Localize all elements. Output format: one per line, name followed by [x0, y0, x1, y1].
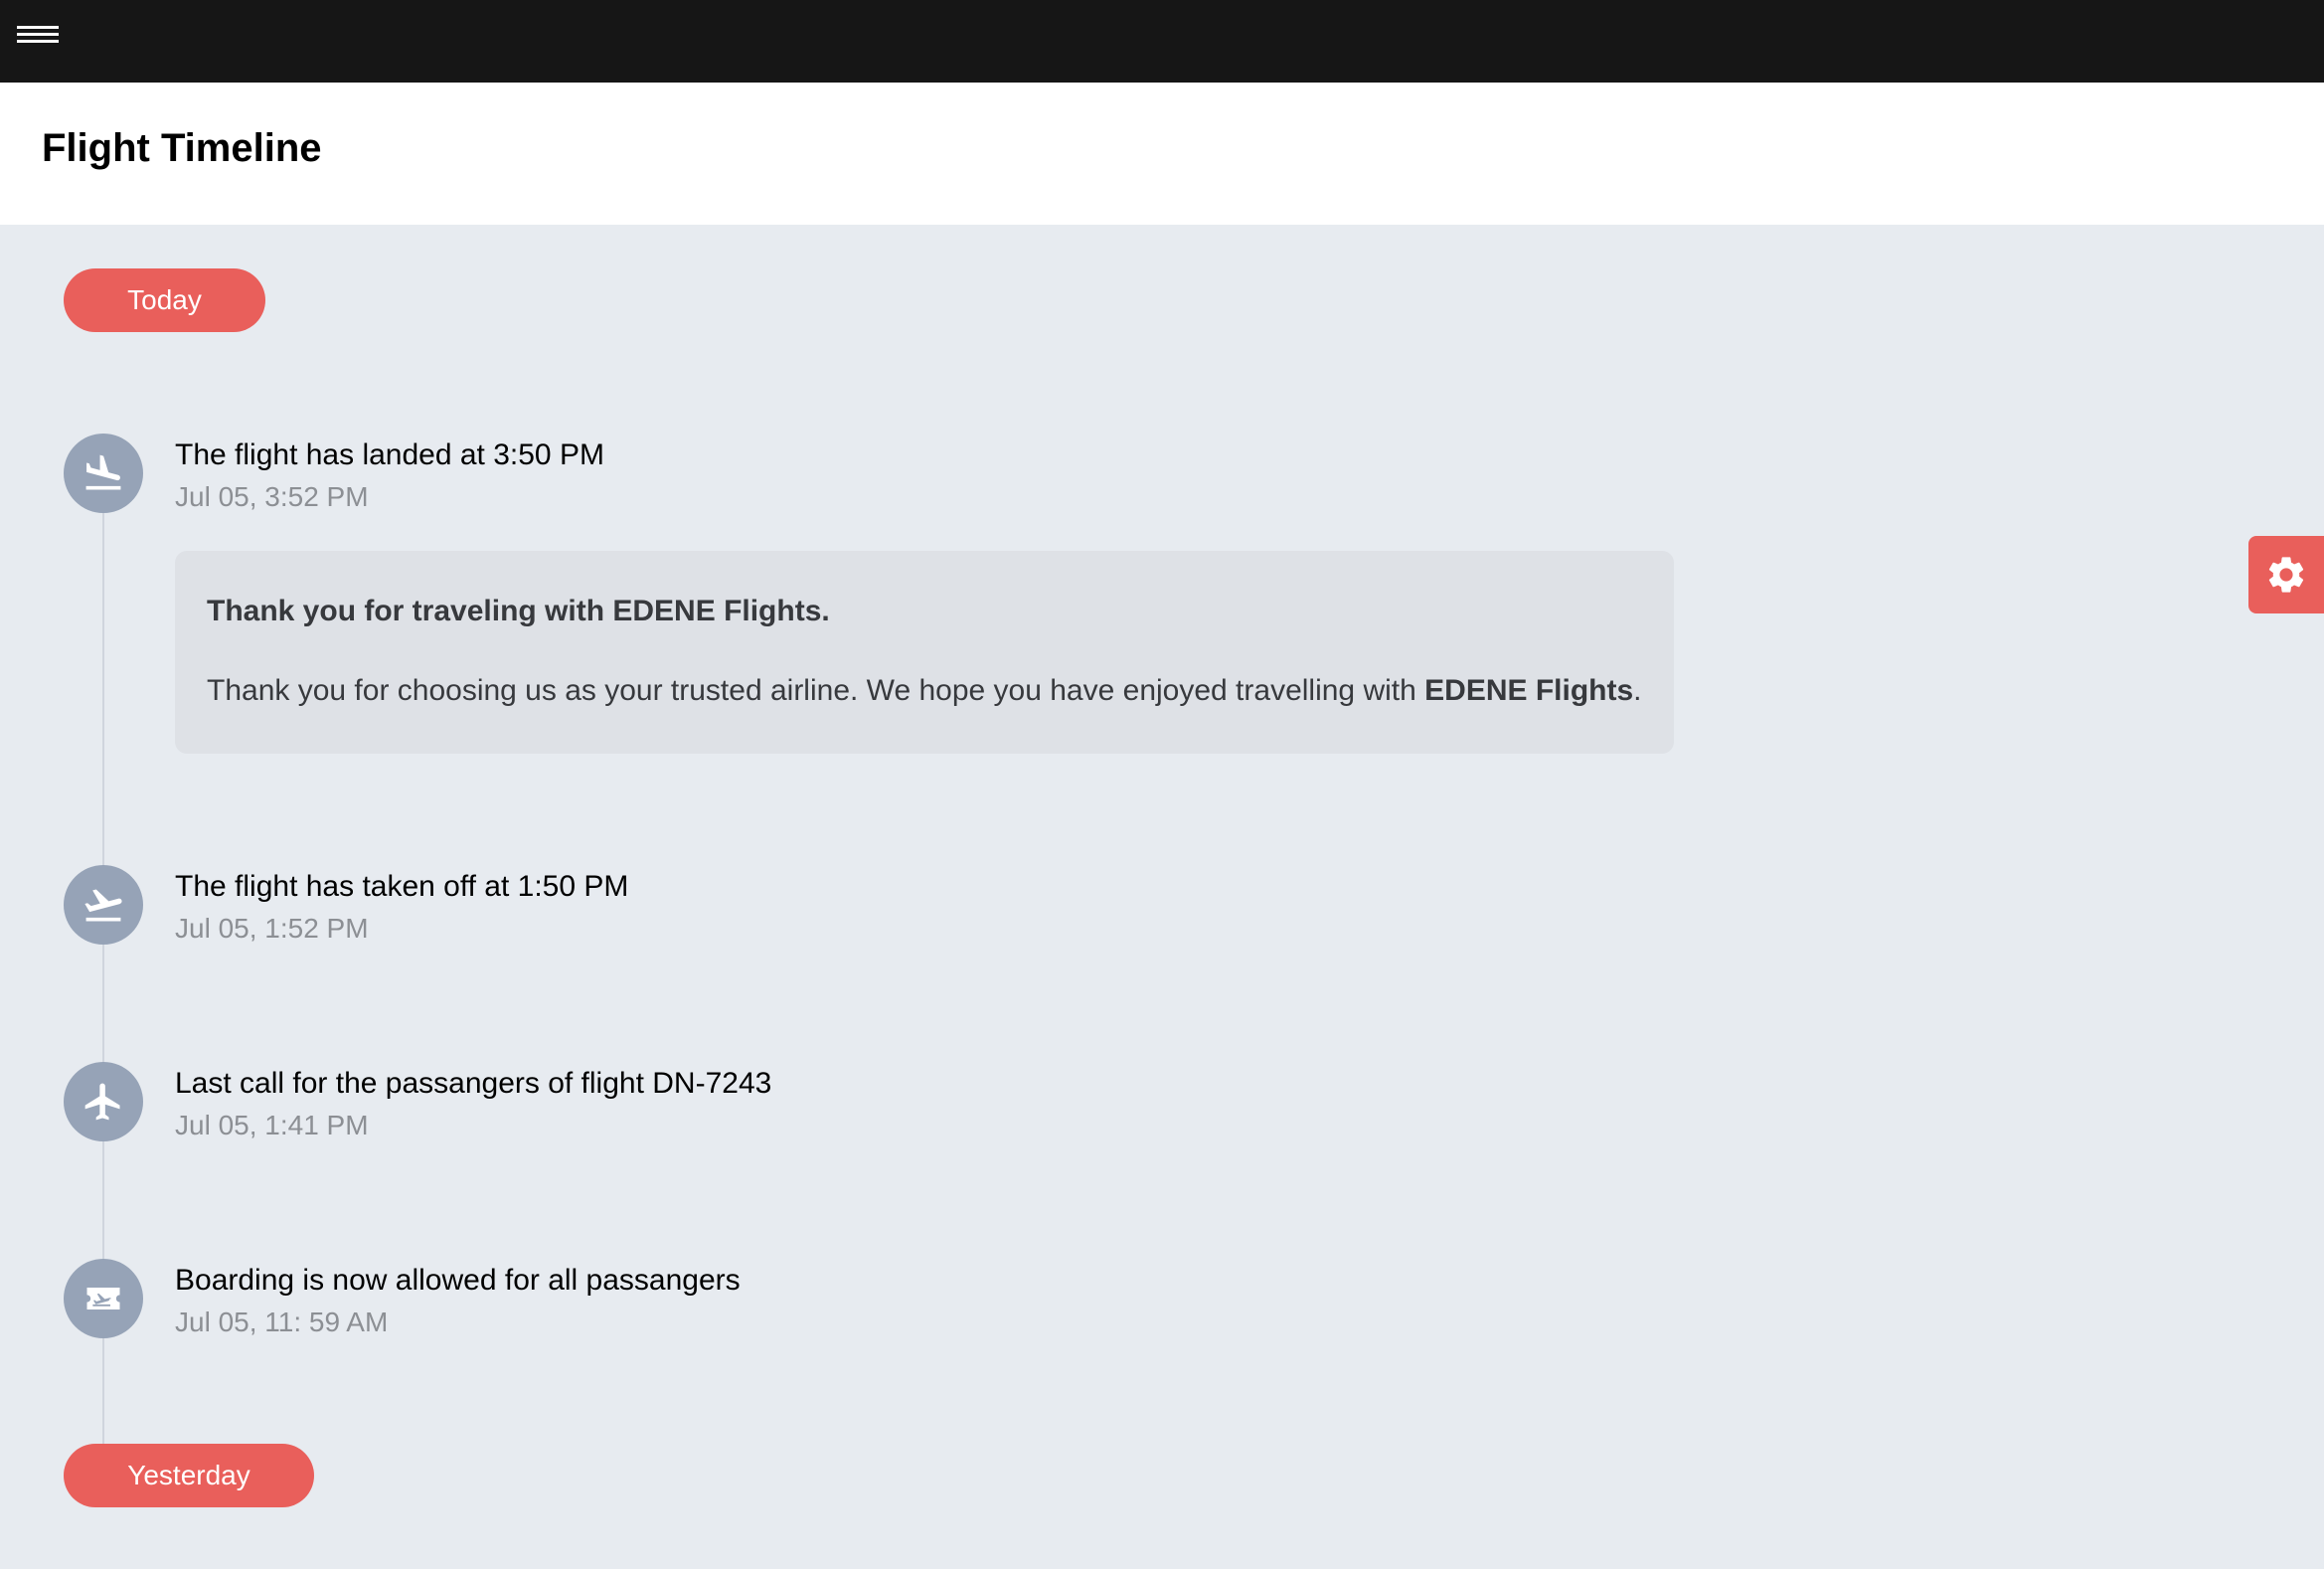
event-title: Boarding is now allowed for all passange… [175, 1264, 741, 1297]
event-timestamp: Jul 05, 3:52 PM [175, 481, 369, 512]
event-timestamp: Jul 05, 1:52 PM [175, 913, 369, 944]
event-title: The flight has taken off at 1:50 PM [175, 870, 629, 903]
gear-icon [2268, 557, 2304, 593]
yesterday-group-label[interactable]: Yesterday [64, 1444, 314, 1507]
event-timestamp: Jul 05, 11: 59 AM [175, 1307, 389, 1337]
plane-landing-icon [64, 434, 143, 513]
boarding-ticket-icon [64, 1259, 143, 1338]
settings-button[interactable] [2248, 536, 2324, 613]
message-body-end: . [1633, 674, 1642, 707]
plane-departure-icon [64, 865, 143, 945]
event-timestamp: Jul 05, 1:41 PM [175, 1110, 369, 1140]
event-title: Last call for the passangers of flight D… [175, 1067, 772, 1100]
message-body-brand: EDENE Flights [1424, 674, 1634, 707]
top-navbar [0, 0, 2324, 83]
today-group-label[interactable]: Today [64, 268, 265, 332]
message-body: Thank you for choosing us as your truste… [207, 674, 1642, 708]
message-card: Thank you for traveling with EDENE Fligh… [175, 551, 1674, 754]
message-heading: Thank you for traveling with EDENE Fligh… [207, 595, 830, 627]
timeline-container: Today The flight has landed at 3:50 PM J… [0, 225, 2324, 1569]
timeline-line [102, 473, 104, 1497]
airplane-icon [64, 1062, 143, 1141]
event-title: The flight has landed at 3:50 PM [175, 438, 604, 471]
page-title: Flight Timeline [42, 126, 322, 170]
message-body-text: Thank you for choosing us as your truste… [207, 674, 1425, 707]
page-header: Flight Timeline [0, 83, 2324, 225]
hamburger-menu-icon[interactable] [17, 26, 59, 50]
